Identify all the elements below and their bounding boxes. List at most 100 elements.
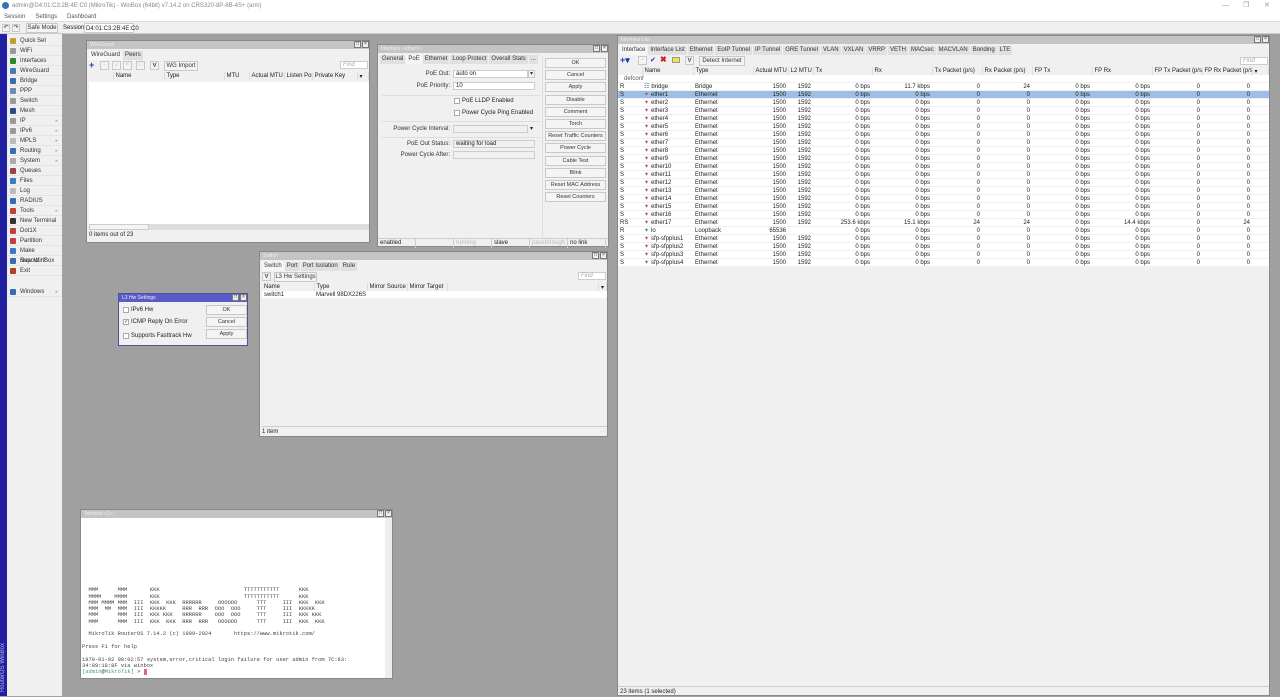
- sidebar-item-new-terminal[interactable]: New Terminal: [7, 216, 62, 226]
- table-row[interactable]: S ✦ ether12 Ethernet 1500 1592 0 bps 0 bps 0 0 0 b…: [618, 178, 1269, 188]
- disable-icon[interactable]: ×: [123, 61, 132, 70]
- sidebar-item-queues[interactable]: Queues: [7, 166, 62, 176]
- table-row[interactable]: R ☷ bridge Bridge 1500 1592 0 bps 11.7 kbps 0 24 0…: [618, 82, 1269, 92]
- tab-macvlan[interactable]: MACVLAN: [936, 46, 970, 55]
- col-rx-packet-p-s[interactable]: Rx Packet (p/s): [982, 67, 1033, 75]
- minimize-icon[interactable]: —: [1222, 0, 1229, 12]
- terminal-output[interactable]: MMM MMM KKK TTTTTTTTTTT KKK MMMM MMMM KK…: [81, 518, 385, 678]
- close-icon[interactable]: ×: [1262, 36, 1269, 43]
- table-row[interactable]: S ✦ ether15 Ethernet 1500 1592 0 bps 0 bps 0 0 0 b…: [618, 202, 1269, 212]
- column-menu-icon[interactable]: ▾: [598, 283, 607, 291]
- table-row[interactable]: S ✦ ether14 Ethernet 1500 1592 0 bps 0 bps 0 0 0 b…: [618, 194, 1269, 204]
- filter-icon[interactable]: ∀: [685, 56, 694, 65]
- table-row[interactable]: RS ✦ ether17 Ethernet 1500 1592 253.6 kbps 15.1…: [618, 218, 1269, 228]
- tab-switch[interactable]: Switch: [262, 262, 284, 271]
- menu-session[interactable]: Session: [4, 14, 25, 20]
- sidebar-item-dot1x[interactable]: Dot1X: [7, 226, 62, 236]
- tab-more[interactable]: ...: [528, 55, 538, 64]
- table-row[interactable]: S ✦ ether5 Ethernet 1500 1592 0 bps 0 bps 0 0 0 bp…: [618, 122, 1269, 132]
- col-name[interactable]: Name: [113, 72, 165, 80]
- window-title[interactable]: Interface List □ ×: [618, 36, 1269, 44]
- col-rx[interactable]: Rx: [872, 67, 933, 75]
- tab-bonding[interactable]: Bonding: [970, 46, 997, 55]
- tab-macsec[interactable]: MACsec: [909, 46, 936, 55]
- maximize-icon[interactable]: ❐: [1243, 0, 1249, 12]
- col-name[interactable]: Name: [642, 67, 694, 75]
- table-row[interactable]: S ✦ sfp-sfpplus4 Ethernet 1500 1592 0 bps 0 bps…: [618, 258, 1269, 268]
- maximize-icon[interactable]: □: [593, 45, 600, 52]
- disable-button[interactable]: Disable: [545, 95, 606, 105]
- cancel-button[interactable]: Cancel: [545, 70, 606, 80]
- dropdown-icon[interactable]: ▾: [528, 70, 535, 78]
- menu-settings[interactable]: Settings: [35, 14, 57, 20]
- tab-lte[interactable]: LTE: [997, 46, 1013, 55]
- table-row[interactable]: S ✦ ether8 Ethernet 1500 1592 0 bps 0 bps 0 0 0 bp…: [618, 146, 1269, 156]
- col-fp-tx-packet-p-s[interactable]: FP Tx Packet (p/s): [1152, 67, 1203, 75]
- sidebar-item-switch[interactable]: Switch: [7, 96, 62, 106]
- maximize-icon[interactable]: □: [1254, 36, 1261, 43]
- close-icon[interactable]: ×: [362, 41, 369, 48]
- ok-button[interactable]: OK: [545, 58, 606, 68]
- table-row[interactable]: S ✦ ether7 Ethernet 1500 1592 0 bps 0 bps 0 0 0 bp…: [618, 138, 1269, 148]
- tab-gre-tunnel[interactable]: GRE Tunnel: [783, 46, 820, 55]
- col-fp-tx[interactable]: FP Tx: [1032, 67, 1093, 75]
- detect-internet-button[interactable]: Detect Internet: [699, 56, 745, 66]
- window-title[interactable]: WireGuard □ ×: [87, 41, 369, 49]
- l3-hw-settings-button[interactable]: L3 Hw Settings: [274, 272, 317, 282]
- table-row[interactable]: S ✦ sfp-sfpplus3 Ethernet 1500 1592 0 bps 0 bps…: [618, 250, 1269, 260]
- window-title[interactable]: L3 Hw Settings □ ×: [119, 294, 247, 302]
- tab-interface[interactable]: Interface: [620, 46, 648, 55]
- find-input[interactable]: Find: [1240, 57, 1268, 65]
- window-title[interactable]: Terminal <1> □ ×: [81, 510, 392, 518]
- table-row[interactable]: S ✦ ether1 Ethernet 1500 1592 0 bps 0 bps 0 0 0 bp…: [618, 90, 1269, 100]
- sidebar-item-ppp[interactable]: PPP: [7, 86, 62, 96]
- tab-peers[interactable]: Peers: [123, 51, 143, 60]
- col-type[interactable]: Type: [314, 283, 368, 291]
- sidebar-item-routing[interactable]: Routing ▸: [7, 146, 62, 156]
- remove-icon[interactable]: −: [100, 61, 109, 70]
- col-private-key[interactable]: Private Key: [312, 72, 358, 80]
- apply-button[interactable]: Apply: [545, 82, 606, 92]
- add-icon[interactable]: +: [89, 61, 94, 70]
- col-actual-mtu[interactable]: Actual MTU: [249, 72, 285, 80]
- col-listen-port[interactable]: Listen Port: [284, 72, 313, 80]
- comment-button[interactable]: Comment: [545, 107, 606, 117]
- sidebar-item-windows[interactable]: Windows ▸: [7, 287, 62, 297]
- find-input[interactable]: Find: [340, 61, 368, 69]
- tab-wireguard[interactable]: WireGuard: [89, 51, 123, 60]
- safe-mode-button[interactable]: Safe Mode: [26, 23, 58, 33]
- fasttrack-hw-checkbox[interactable]: [123, 333, 129, 339]
- col-name[interactable]: Name: [262, 283, 315, 291]
- table-row[interactable]: S ✦ ether3 Ethernet 1500 1592 0 bps 0 bps 0 0 0 bp…: [618, 106, 1269, 116]
- col-mirror-target[interactable]: Mirror Target: [407, 283, 448, 291]
- table-row[interactable]: S ✦ ether2 Ethernet 1500 1592 0 bps 0 bps 0 0 0 bp…: [618, 98, 1269, 108]
- tab-eoip-tunnel[interactable]: EoIP Tunnel: [715, 46, 752, 55]
- horizontal-scrollbar[interactable]: [89, 224, 369, 230]
- poe-lldp-checkbox[interactable]: [454, 98, 460, 104]
- window-title[interactable]: Switch □ ×: [260, 252, 607, 260]
- torch-button[interactable]: Torch: [545, 119, 606, 129]
- table-row[interactable]: S ✦ sfp-sfpplus1 Ethernet 1500 1592 0 bps 0 bps…: [618, 234, 1269, 244]
- column-menu-icon[interactable]: ▾: [357, 72, 369, 80]
- window-title[interactable]: Interface <ether1> □ ×: [378, 45, 608, 53]
- table-row[interactable]: S ✦ ether13 Ethernet 1500 1592 0 bps 0 bps 0 0 0 b…: [618, 186, 1269, 196]
- reset-counters-button[interactable]: Reset Counters: [545, 192, 606, 202]
- ipv6-hw-checkbox[interactable]: [123, 307, 129, 313]
- table-row[interactable]: S ✦ ether6 Ethernet 1500 1592 0 bps 0 bps 0 0 0 bp…: [618, 130, 1269, 140]
- tab-poe[interactable]: PoE: [406, 55, 422, 64]
- table-row[interactable]: S ✦ sfp-sfpplus2 Ethernet 1500 1592 0 bps 0 bps…: [618, 242, 1269, 252]
- table-row[interactable]: S ✦ ether16 Ethernet 1500 1592 0 bps 0 bps 0 0 0 b…: [618, 210, 1269, 220]
- tab-vlan[interactable]: VLAN: [820, 46, 841, 55]
- tab-port[interactable]: Port: [284, 262, 300, 271]
- tab-ip-tunnel[interactable]: IP Tunnel: [753, 46, 783, 55]
- sidebar-item-interfaces[interactable]: Interfaces: [7, 56, 62, 66]
- filter-icon[interactable]: ∀: [262, 272, 271, 281]
- maximize-icon[interactable]: □: [592, 252, 599, 259]
- undo-icon[interactable]: ↶: [2, 24, 10, 32]
- close-icon[interactable]: ×: [601, 45, 608, 52]
- sidebar-item-tools[interactable]: Tools ▸: [7, 206, 62, 216]
- cancel-button[interactable]: Cancel: [206, 317, 247, 327]
- tab-vxlan[interactable]: VXLAN: [841, 46, 866, 55]
- sidebar-item-make-supout-rif[interactable]: Make Supout.rif: [7, 246, 62, 264]
- enable-icon[interactable]: ✓: [112, 61, 121, 70]
